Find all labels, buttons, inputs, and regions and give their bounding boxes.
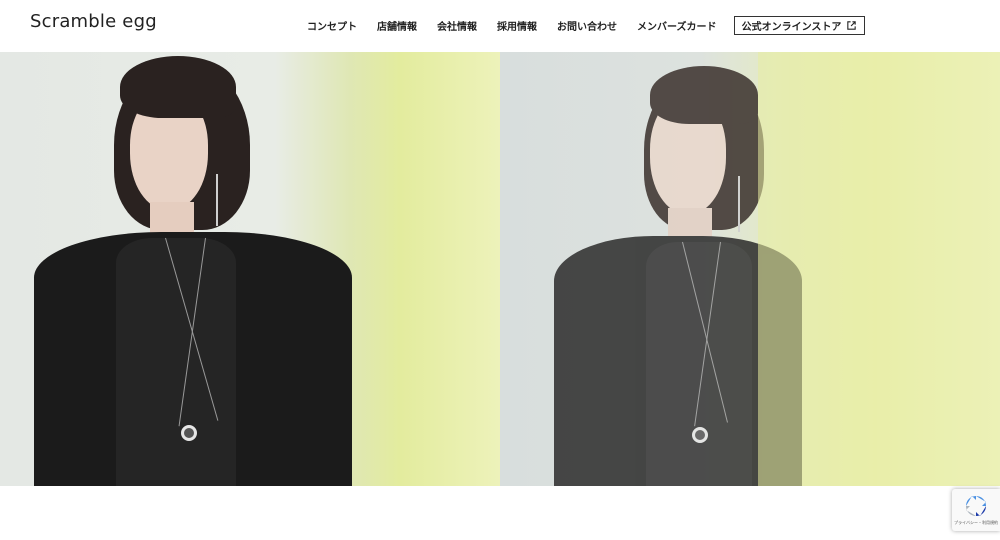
hero-image-right: model-photo-faded (500, 52, 1000, 486)
hero-image-left: model-photo (0, 52, 500, 486)
nav-item-company[interactable]: 会社情報 (437, 18, 477, 33)
recaptcha-links[interactable]: プライバシー・利用規約 (954, 520, 998, 526)
nav-item-members-card[interactable]: メンバーズカード (637, 18, 717, 33)
site-logo[interactable]: Scramble egg (30, 11, 157, 32)
nav-item-recruit[interactable]: 採用情報 (497, 18, 537, 33)
nav-item-concept[interactable]: コンセプト (307, 18, 357, 33)
site-header: Scramble egg コンセプト 店舗情報 会社情報 採用情報 お問い合わせ… (0, 0, 1000, 52)
external-link-icon (847, 21, 857, 30)
recaptcha-logo-icon (966, 496, 986, 516)
recaptcha-badge[interactable]: プライバシー・利用規約 (952, 489, 1000, 531)
model-figure (0, 52, 500, 486)
hero-slider: model-photo model-photo-faded (0, 52, 1000, 486)
online-store-button[interactable]: 公式オンラインストア (734, 16, 865, 35)
main-nav: コンセプト 店舗情報 会社情報 採用情報 お問い合わせ メンバーズカード (307, 18, 717, 33)
online-store-label: 公式オンラインストア (741, 22, 842, 33)
nav-item-contact[interactable]: お問い合わせ (557, 18, 617, 33)
nav-item-stores[interactable]: 店舗情報 (377, 18, 417, 33)
